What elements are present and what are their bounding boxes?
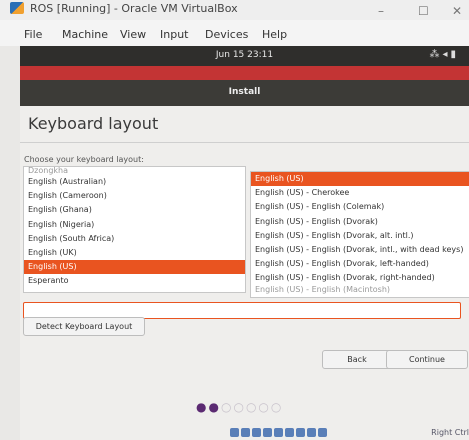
system-tray[interactable]: ⁂◂▮ <box>429 49 459 60</box>
detect-keyboard-layout-button[interactable]: Detect Keyboard Layout <box>23 317 145 336</box>
list-item[interactable]: English (US) - English (Dvorak) <box>251 215 469 229</box>
list-item-partial[interactable]: Dzongkha <box>24 167 245 175</box>
clock[interactable]: Jun 15 23:11 <box>20 50 469 60</box>
minimize-button[interactable]: – <box>378 4 384 18</box>
list-item[interactable]: English (UK) <box>24 246 245 260</box>
list-item[interactable]: English (South Africa) <box>24 232 245 246</box>
progress-dot: ○ <box>245 400 259 414</box>
menu-machine[interactable]: Machine <box>62 28 108 41</box>
recording-icon[interactable] <box>296 428 305 437</box>
menu-devices[interactable]: Devices <box>205 28 248 41</box>
vbox-status-bar: Right Ctrl <box>230 428 469 440</box>
close-button[interactable]: ✕ <box>452 4 462 18</box>
list-item[interactable]: English (Ghana) <box>24 203 245 217</box>
mouse-integration-icon[interactable] <box>318 428 327 437</box>
maximize-button[interactable]: ☐ <box>418 4 429 18</box>
list-item[interactable]: English (US) - English (Dvorak, alt. int… <box>251 229 469 243</box>
progress-dot: ● <box>208 400 221 414</box>
keyboard-layout-list[interactable]: Dzongkha English (Australian) English (Ca… <box>23 166 246 293</box>
page-title: Keyboard layout <box>28 114 159 133</box>
optical-drive-icon[interactable] <box>241 428 250 437</box>
list-item[interactable]: English (US) - English (Dvorak, left-han… <box>251 257 469 271</box>
title-divider <box>20 142 469 143</box>
progress-dots: ●●○○○○○ <box>196 400 283 414</box>
vbox-title-bar: ROS [Running] - Oracle VM VirtualBox – ☐… <box>0 0 469 20</box>
host-key-label: Right Ctrl <box>431 428 469 437</box>
menu-view[interactable]: View <box>120 28 146 41</box>
list-item[interactable]: English (Cameroon) <box>24 189 245 203</box>
list-item[interactable]: English (US) <box>251 172 469 187</box>
menu-help[interactable]: Help <box>262 28 287 41</box>
cpu-icon[interactable] <box>307 428 316 437</box>
vbox-menubar: File Machine View Input Devices Help <box>0 20 469 46</box>
list-item[interactable]: Esperanto <box>24 274 245 288</box>
progress-dot: ● <box>196 400 209 414</box>
progress-dot: ○ <box>270 400 284 414</box>
network-icon: ⁂ <box>429 49 443 60</box>
list-item[interactable]: English (US) - English (Colemak) <box>251 200 469 214</box>
usb-icon[interactable] <box>252 428 261 437</box>
menu-input[interactable]: Input <box>160 28 188 41</box>
list-item[interactable]: English (US) - English (Dvorak, right-ha… <box>251 271 469 285</box>
back-button[interactable]: Back <box>322 350 392 369</box>
list-item[interactable]: English (Nigeria) <box>24 218 245 232</box>
installer-header-title: Install <box>228 87 261 97</box>
layout-prompt: Choose your keyboard layout: <box>24 155 144 164</box>
battery-icon: ▮ <box>450 49 459 60</box>
installer-header: Install <box>20 66 469 106</box>
list-item-partial[interactable]: English (US) - English (Macintosh) <box>251 286 469 294</box>
list-item[interactable]: English (US) <box>24 260 245 275</box>
progress-dot: ○ <box>233 400 246 414</box>
menu-file[interactable]: File <box>24 28 42 41</box>
virtualbox-icon <box>10 2 24 14</box>
shared-folder-icon[interactable] <box>274 428 283 437</box>
keyboard-variant-list[interactable]: English (US) English (US) - Cherokee Engli… <box>250 171 469 298</box>
ubuntu-top-bar: Jun 15 23:11 ⁂◂▮ <box>20 46 469 66</box>
progress-dot: ○ <box>220 400 234 414</box>
installer-content: Keyboard layout Choose your keyboard lay… <box>20 106 469 440</box>
list-item[interactable]: English (US) - Cherokee <box>251 186 469 200</box>
list-item[interactable]: English (US) - English (Dvorak, intl., w… <box>251 243 469 257</box>
continue-button[interactable]: Continue <box>386 350 468 369</box>
window-title: ROS [Running] - Oracle VM VirtualBox <box>30 2 238 15</box>
network-adapter-icon[interactable] <box>263 428 272 437</box>
display-icon[interactable] <box>285 428 294 437</box>
list-item[interactable]: English (Australian) <box>24 175 245 189</box>
progress-dot: ○ <box>258 400 271 414</box>
hdd-icon[interactable] <box>230 428 239 437</box>
